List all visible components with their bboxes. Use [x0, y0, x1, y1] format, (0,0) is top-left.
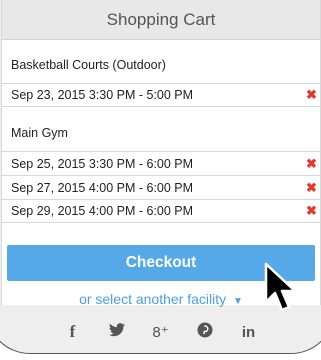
facility-title: Main Gym: [11, 126, 68, 140]
caret-down-icon: ▼: [233, 296, 243, 307]
booking-row: Sep 23, 2015 3:30 PM - 5:00 PM ✖: [2, 83, 320, 107]
linkedin-icon[interactable]: in: [239, 324, 259, 341]
google-plus-icon[interactable]: 8⁺: [151, 323, 171, 341]
pinterest-icon[interactable]: [195, 322, 215, 342]
remove-icon[interactable]: ✖: [306, 156, 317, 172]
booking-time: Sep 29, 2015 4:00 PM - 6:00 PM: [11, 204, 194, 218]
shopping-cart-panel: Shopping Cart Basketball Courts (Outdoor…: [1, 0, 321, 307]
booking-row: Sep 25, 2015 3:30 PM - 6:00 PM ✖: [2, 151, 320, 175]
social-links: f 8⁺ in: [0, 322, 321, 342]
booking-row: Sep 27, 2015 4:00 PM - 6:00 PM ✖: [2, 175, 320, 199]
remove-icon[interactable]: ✖: [306, 87, 317, 103]
booking-time: Sep 25, 2015 3:30 PM - 6:00 PM: [11, 156, 194, 171]
remove-icon[interactable]: ✖: [306, 203, 317, 219]
cart-title: Shopping Cart: [2, 0, 320, 40]
booking-time: Sep 23, 2015 3:30 PM - 5:00 PM: [11, 88, 194, 102]
facebook-icon[interactable]: f: [63, 322, 83, 342]
mouse-pointer-icon: [264, 262, 297, 312]
select-facility-label: or select another facility: [79, 291, 227, 307]
facility-title: Basketball Courts (Outdoor): [11, 58, 166, 72]
remove-icon[interactable]: ✖: [306, 180, 317, 196]
twitter-icon[interactable]: [107, 323, 127, 341]
booking-row: Sep 29, 2015 4:00 PM - 6:00 PM ✖: [2, 199, 320, 223]
booking-time: Sep 27, 2015 4:00 PM - 6:00 PM: [11, 180, 194, 195]
